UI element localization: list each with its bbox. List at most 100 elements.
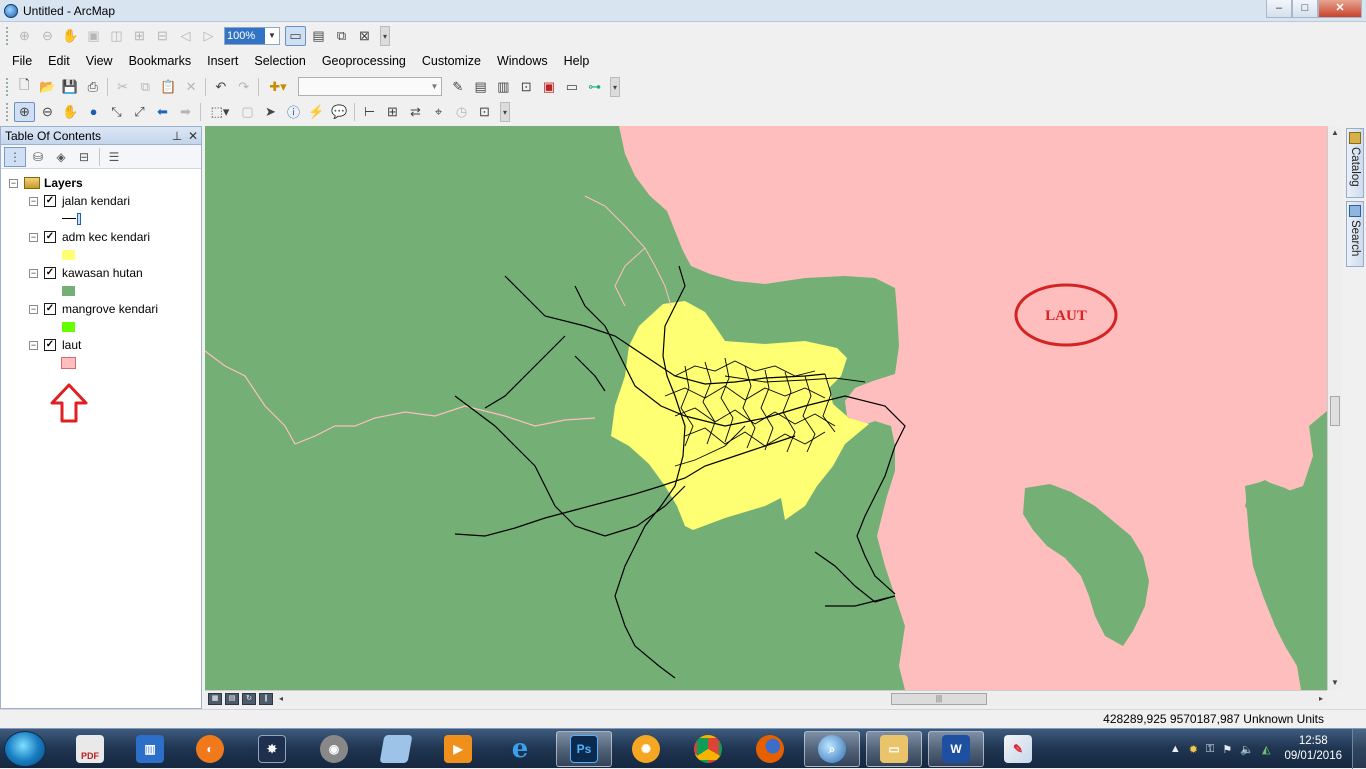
full-extent-icon[interactable]: ● — [83, 102, 104, 122]
toolbar-options-icon[interactable]: ▾ — [610, 76, 620, 97]
editor-toolbar-icon[interactable]: ✎ — [447, 77, 468, 97]
list-by-visibility-icon[interactable]: ◈ — [50, 147, 72, 167]
map-scale-combo[interactable]: ▼ — [297, 77, 443, 96]
redo-icon[interactable]: ↷ — [233, 77, 254, 97]
scroll-right-arrow[interactable]: ▸ — [1319, 694, 1323, 703]
clock[interactable]: 12:58 09/01/2016 — [1284, 734, 1342, 764]
zoom-out-icon[interactable]: ⊖ — [37, 102, 58, 122]
change-layout-icon[interactable]: ⧉ — [331, 26, 352, 46]
taskbar-app-sparkle[interactable]: ✺ — [618, 731, 674, 767]
select-features-icon[interactable]: ⬚▾ — [205, 102, 235, 122]
network-icon[interactable]: ◭ — [1262, 743, 1270, 756]
menu-view[interactable]: View — [78, 50, 121, 72]
layer-row-jalan-kendari[interactable]: − ✓ jalan kendari — [29, 193, 130, 209]
list-by-drawing-order-icon[interactable]: ⋮ — [4, 146, 26, 167]
clear-selection-icon[interactable]: ▢ — [237, 102, 258, 122]
next-extent-page-icon[interactable]: ▷ — [198, 26, 219, 46]
menu-windows[interactable]: Windows — [489, 50, 556, 72]
paste-icon[interactable]: 📋 — [158, 77, 179, 97]
legend-line-symbol[interactable] — [62, 213, 82, 225]
maximize-button[interactable]: □ — [1292, 0, 1318, 18]
layer-visibility-checkbox[interactable]: ✓ — [44, 267, 56, 279]
taskbar-app-book[interactable]: ▥ — [122, 731, 178, 767]
collapse-icon[interactable]: − — [29, 340, 38, 350]
taskbar-app-chrome[interactable] — [680, 731, 736, 767]
identify-icon[interactable]: ⓘ — [283, 102, 304, 122]
arctoolbox-icon[interactable]: ▣ — [539, 77, 560, 97]
toolbar-grip[interactable] — [6, 102, 10, 121]
list-by-source-icon[interactable]: ⛁ — [27, 147, 49, 167]
options-icon[interactable]: ☰ — [103, 147, 125, 167]
fixed-zoom-out-icon[interactable]: ⊟ — [152, 26, 173, 46]
zoom-out-page-icon[interactable]: ⊖ — [37, 26, 58, 46]
go-to-xy-icon[interactable]: ⌖ — [428, 102, 449, 122]
layers-root[interactable]: − Layers — [9, 175, 83, 191]
taskbar-app-media-player[interactable]: ▶ — [430, 731, 486, 767]
taskbar-app-explorer[interactable]: ▭ — [866, 731, 922, 767]
save-icon[interactable]: 💾 — [60, 77, 81, 97]
taskbar-app-notes[interactable] — [368, 731, 424, 767]
taskbar-app-media-center[interactable]: ◉ — [306, 731, 362, 767]
action-center-icon[interactable]: ⚑ — [1222, 743, 1232, 756]
start-button[interactable] — [4, 731, 46, 767]
legend-fill-symbol[interactable] — [62, 286, 75, 296]
html-popup-icon[interactable]: 💬 — [329, 102, 350, 122]
table-of-contents-icon[interactable]: ▤ — [470, 77, 491, 97]
taskbar-app-ie[interactable]: e — [492, 731, 548, 767]
layer-visibility-checkbox[interactable]: ✓ — [44, 195, 56, 207]
zoom-in-icon[interactable]: ⊕ — [14, 101, 35, 122]
layer-visibility-checkbox[interactable]: ✓ — [44, 231, 56, 243]
legend-fill-symbol[interactable] — [62, 322, 75, 332]
forward-extent-icon[interactable]: ➡ — [175, 102, 196, 122]
zoom-in-page-icon[interactable]: ⊕ — [14, 26, 35, 46]
delete-icon[interactable]: ✕ — [181, 77, 202, 97]
collapse-icon[interactable]: − — [29, 196, 38, 206]
collapse-icon[interactable]: − — [29, 268, 38, 278]
open-folder-icon[interactable]: 📂 — [37, 77, 58, 97]
focus-data-frame-icon[interactable]: ▤ — [308, 26, 329, 46]
scroll-down-arrow[interactable]: ▼ — [1328, 676, 1342, 690]
scroll-thumb[interactable]: ||| — [891, 693, 987, 705]
collapse-icon[interactable]: − — [29, 232, 38, 242]
legend-fill-symbol[interactable] — [61, 357, 76, 369]
pause-drawing-button[interactable]: ∥ — [259, 692, 273, 705]
cut-icon[interactable]: ✂ — [112, 77, 133, 97]
data-driven-pages-icon[interactable]: ⊠ — [354, 26, 375, 46]
taskbar-app-movie-maker[interactable]: ✸ — [244, 731, 300, 767]
toolbar-grip[interactable] — [6, 26, 10, 45]
collapse-icon[interactable]: − — [29, 304, 38, 314]
fixed-zoom-in-icon[interactable]: ⊞ — [129, 26, 150, 46]
taskbar-app-arcmap[interactable]: ⌕ — [804, 731, 860, 767]
layer-row-adm-kec-kendari[interactable]: − ✓ adm kec kendari — [29, 229, 150, 245]
taskbar-app-photoshop[interactable]: Ps — [556, 731, 612, 767]
minimize-button[interactable]: – — [1266, 0, 1292, 18]
collapse-icon[interactable]: − — [9, 178, 18, 188]
select-elements-icon[interactable]: ➤ — [260, 102, 281, 122]
search-dock-tab[interactable]: Search — [1346, 201, 1364, 267]
fixed-zoom-out-icon[interactable]: ⤢ — [129, 102, 150, 122]
scroll-up-arrow[interactable]: ▲ — [1328, 126, 1342, 140]
taskbar-app-paint[interactable]: ✎ — [990, 731, 1046, 767]
menu-geoprocessing[interactable]: Geoprocessing — [314, 50, 414, 72]
security-alert-icon[interactable]: ✹ — [1189, 743, 1198, 756]
menu-help[interactable]: Help — [556, 50, 598, 72]
legend-fill-symbol[interactable] — [62, 250, 75, 260]
layer-row-kawasan-hutan[interactable]: − ✓ kawasan hutan — [29, 265, 143, 281]
find-icon[interactable]: ⊞ — [382, 102, 403, 122]
toolbar-grip[interactable] — [6, 77, 10, 96]
menu-insert[interactable]: Insert — [199, 50, 246, 72]
taskbar-app-word[interactable]: W — [928, 731, 984, 767]
catalog-window-icon[interactable]: ▥ — [493, 77, 514, 97]
menu-edit[interactable]: Edit — [40, 50, 78, 72]
fixed-zoom-in-icon[interactable]: ⤡ — [106, 102, 127, 122]
menu-file[interactable]: File — [4, 50, 40, 72]
toolbar-options-icon[interactable]: ▾ — [500, 101, 510, 122]
layout-view-button[interactable]: ▦ — [208, 692, 222, 705]
catalog-dock-tab[interactable]: Catalog — [1346, 128, 1364, 198]
data-view-button[interactable]: ▤ — [225, 692, 239, 705]
show-desktop-button[interactable] — [1352, 729, 1366, 769]
print-icon[interactable]: ⎙ — [82, 77, 103, 97]
scroll-left-arrow[interactable]: ◂ — [279, 694, 289, 703]
volume-icon[interactable]: 🔈 — [1240, 743, 1254, 756]
map-data-frame[interactable]: LAUT — [205, 126, 1327, 690]
